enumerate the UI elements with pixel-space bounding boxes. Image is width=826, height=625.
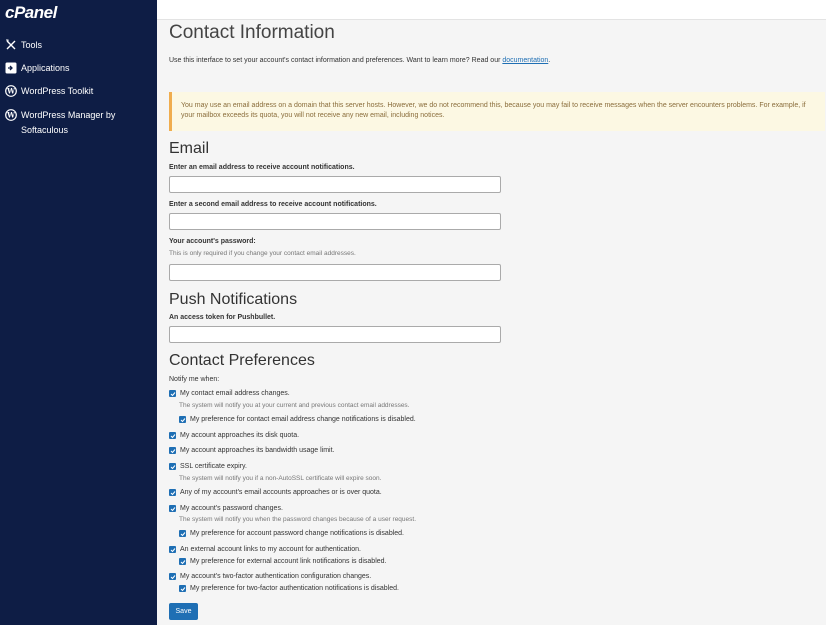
wordpress-icon: W	[4, 84, 17, 97]
svg-text:W: W	[6, 86, 15, 95]
push-heading: Push Notifications	[169, 291, 298, 308]
preferences-heading: Contact Preferences	[169, 352, 315, 369]
checkbox[interactable]	[169, 546, 176, 553]
checkbox[interactable]	[169, 489, 176, 496]
checkbox[interactable]	[169, 463, 176, 470]
secondary-email-label: Enter a second email address to receive …	[169, 201, 377, 208]
sidebar-item-label: WordPress Manager by Softaculous	[21, 110, 116, 135]
pref-contact-email-change[interactable]: My contact email address changes.	[169, 390, 290, 397]
sidebar-item-wordpress-toolkit[interactable]: W WordPress Toolkit	[4, 84, 93, 99]
pref-bandwidth[interactable]: My account approaches its bandwidth usag…	[169, 447, 334, 454]
documentation-link[interactable]: documentation	[502, 57, 548, 64]
primary-email-label: Enter an email address to receive accoun…	[169, 164, 355, 171]
pushbullet-label: An access token for Pushbullet.	[169, 314, 276, 321]
pref-contact-email-disabled[interactable]: My preference for contact email address …	[179, 416, 416, 423]
pref-password-change[interactable]: My account's password changes.	[169, 505, 283, 512]
checkbox[interactable]	[179, 558, 186, 565]
sidebar-item-label: WordPress Toolkit	[21, 86, 94, 96]
cpanel-logo[interactable]: cPanel	[5, 3, 57, 23]
applications-icon	[4, 61, 17, 74]
email-heading: Email	[169, 140, 210, 157]
sidebar: cPanel Tools Applications W WordPress To…	[0, 0, 157, 625]
wordpress-icon: W	[4, 108, 17, 121]
pref-external-disabled[interactable]: My preference for external account link …	[179, 558, 387, 565]
pref-external-account[interactable]: An external account links to my account …	[169, 546, 361, 553]
intro-text: Use this interface to set your account's…	[169, 57, 551, 64]
checkbox[interactable]	[179, 585, 186, 592]
checkbox[interactable]	[169, 447, 176, 454]
svg-text:W: W	[6, 110, 15, 119]
primary-email-field[interactable]	[169, 176, 501, 193]
sidebar-item-label: Applications	[21, 63, 70, 73]
password-help: This is only required if you change your…	[169, 250, 356, 257]
tools-icon	[4, 38, 17, 51]
pref-two-factor-disabled[interactable]: My preference for two-factor authenticat…	[179, 585, 399, 592]
pushbullet-token-field[interactable]	[169, 326, 501, 343]
page-title: Contact Information	[169, 22, 335, 43]
save-button[interactable]: Save	[169, 603, 198, 620]
notify-label: Notify me when:	[169, 376, 220, 383]
warning-alert: You may use an email address on a domain…	[169, 92, 825, 131]
secondary-email-field[interactable]	[169, 213, 501, 230]
checkbox[interactable]	[169, 573, 176, 580]
checkbox[interactable]	[179, 416, 186, 423]
sidebar-item-tools[interactable]: Tools	[4, 38, 42, 53]
checkbox[interactable]	[169, 390, 176, 397]
password-label: Your account's password:	[169, 238, 256, 245]
pref-help: The system will notify you if a non-Auto…	[179, 475, 382, 482]
pref-help: The system will notify you at your curre…	[179, 402, 410, 409]
checkbox[interactable]	[169, 432, 176, 439]
pref-password-disabled[interactable]: My preference for account password chang…	[179, 530, 404, 537]
sidebar-item-applications[interactable]: Applications	[4, 61, 70, 76]
sidebar-item-wordpress-manager[interactable]: W WordPress Manager by Softaculous	[4, 108, 154, 138]
pref-disk-quota[interactable]: My account approaches its disk quota.	[169, 432, 299, 439]
password-field[interactable]	[169, 264, 501, 281]
checkbox[interactable]	[179, 530, 186, 537]
pref-email-quota[interactable]: Any of my account's email accounts appro…	[169, 489, 382, 496]
pref-two-factor[interactable]: My account's two-factor authentication c…	[169, 573, 371, 580]
pref-ssl-expiry[interactable]: SSL certificate expiry.	[169, 463, 247, 470]
top-bar	[157, 0, 826, 20]
checkbox[interactable]	[169, 505, 176, 512]
pref-help: The system will notify you when the pass…	[179, 516, 417, 523]
sidebar-item-label: Tools	[21, 40, 43, 50]
